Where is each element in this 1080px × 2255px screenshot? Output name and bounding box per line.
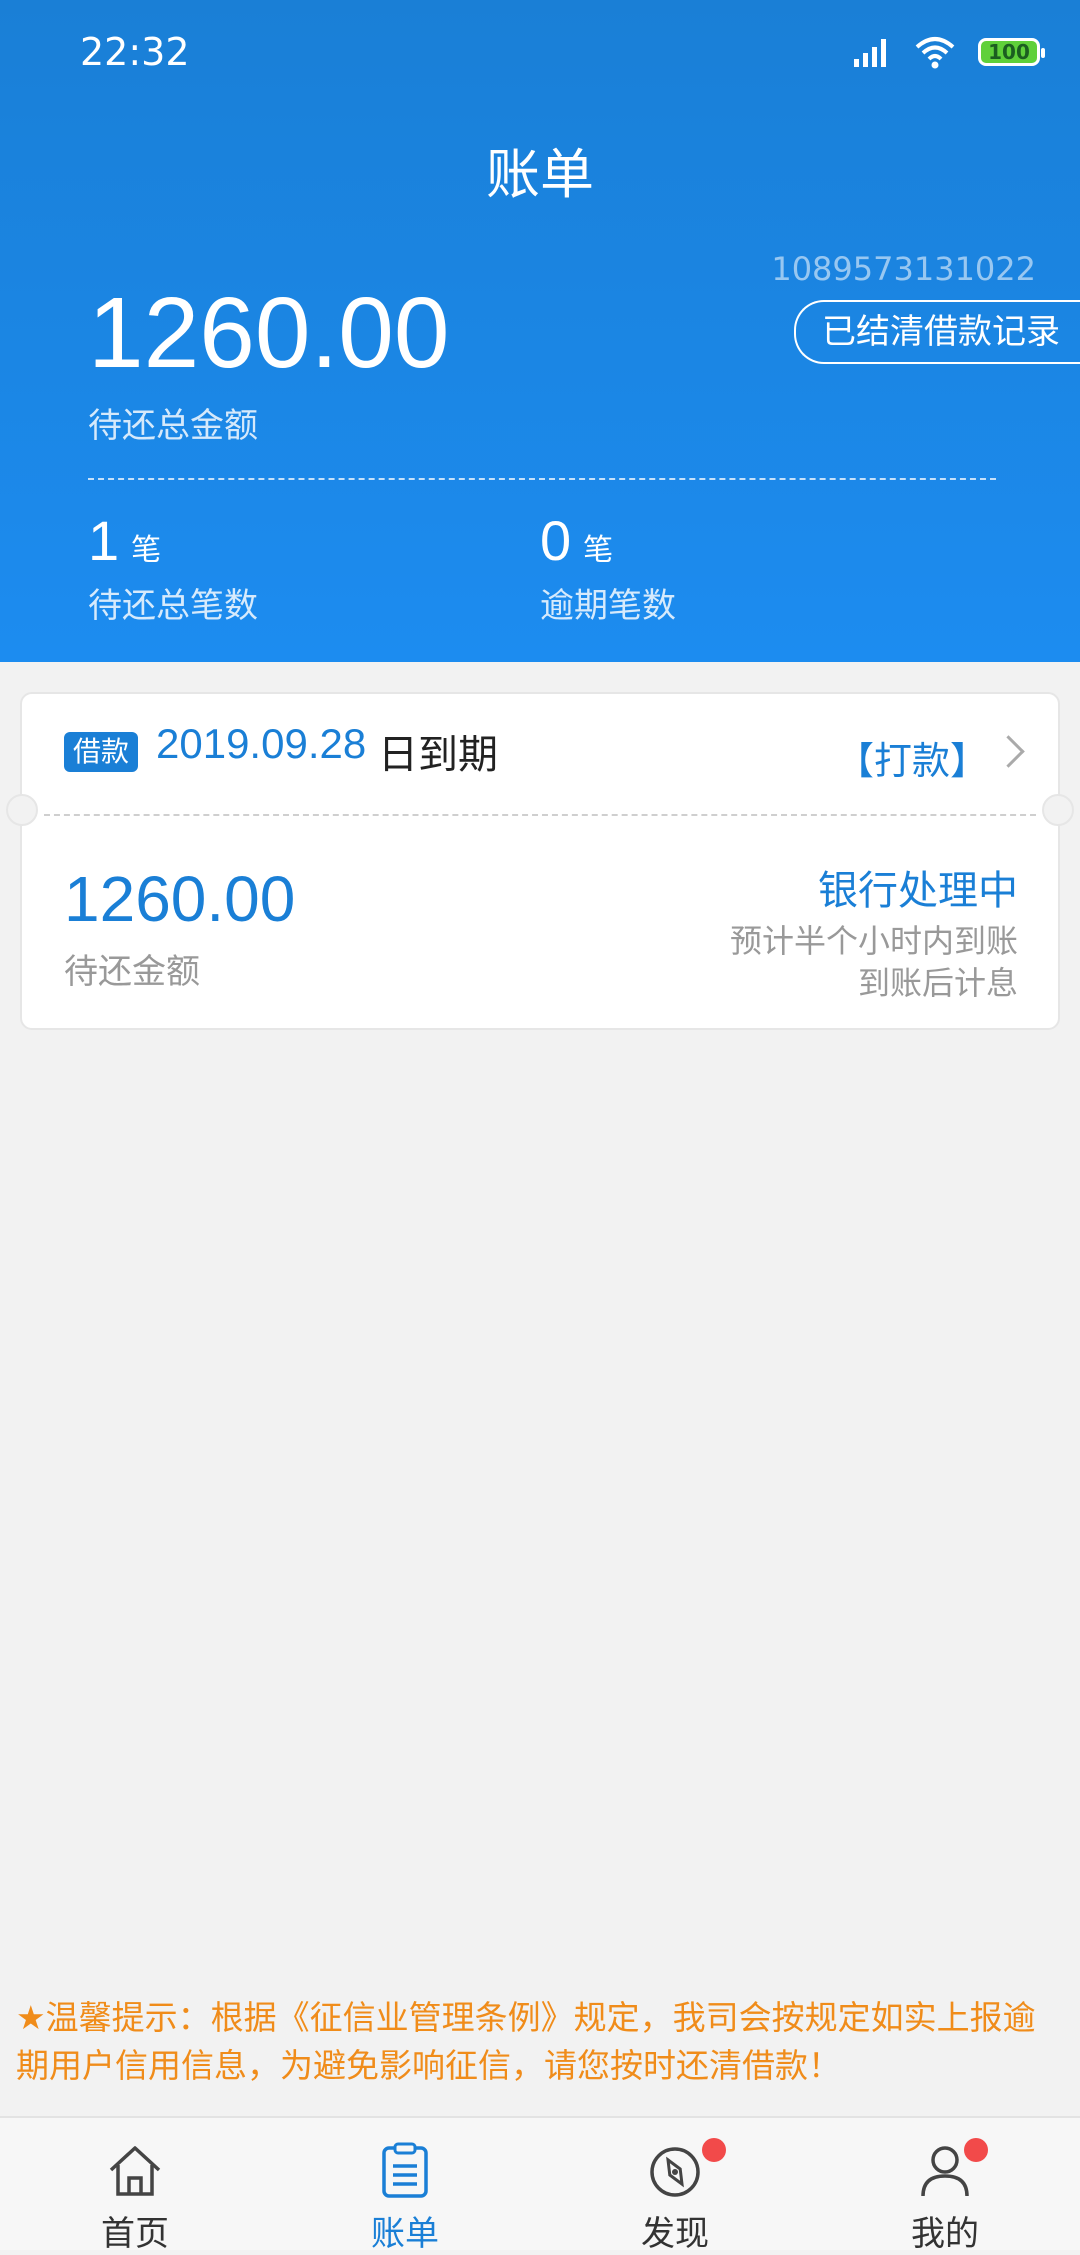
total-amount-label: 待还总金额 bbox=[88, 406, 258, 446]
wifi-icon bbox=[915, 37, 955, 69]
chevron-right-icon[interactable] bbox=[992, 735, 1025, 768]
compass-icon bbox=[650, 2147, 700, 2197]
page-title: 账单 bbox=[486, 143, 594, 206]
tab-bill[interactable]: 账单 bbox=[270, 2118, 540, 2254]
due-suffix: 日到期 bbox=[378, 732, 498, 778]
total-count: 1笔 bbox=[88, 508, 161, 573]
settled-records-button[interactable]: 已结清借款记录 bbox=[794, 300, 1080, 364]
card-notch-right bbox=[1042, 794, 1074, 826]
battery-icon: 100 bbox=[978, 38, 1045, 66]
signal-icon bbox=[854, 39, 886, 67]
loan-tag: 借款 bbox=[64, 732, 139, 772]
tab-mine[interactable]: 我的 bbox=[810, 2118, 1080, 2254]
bill-status-note-2: 到账后计息 bbox=[857, 964, 1018, 1002]
tab-home[interactable]: 首页 bbox=[0, 2118, 270, 2254]
bill-amount: 1260.00 bbox=[64, 863, 296, 935]
overdue-count-value: 0 bbox=[540, 509, 572, 572]
tab-discover[interactable]: 发现 bbox=[540, 2118, 810, 2254]
due-date: 2019.09.28 bbox=[156, 720, 367, 767]
bill-status-note-1: 预计半个小时内到账 bbox=[729, 922, 1018, 960]
status-time: 22:32 bbox=[80, 30, 190, 74]
total-amount: 1260.00 bbox=[88, 277, 450, 389]
overdue-count-unit: 笔 bbox=[583, 534, 614, 567]
bill-card[interactable]: 借款 2019.09.28 日到期 【打款】 1260.00 待还金额 银行处理… bbox=[6, 692, 1074, 1030]
credit-notice: ★温馨提示：根据《征信业管理条例》规定，我司会按规定如实上报逾期用户信用信息，为… bbox=[16, 1998, 1036, 2085]
payout-link[interactable]: 【打款】 bbox=[836, 730, 988, 785]
total-count-label: 待还总笔数 bbox=[88, 586, 258, 626]
bill-status: 银行处理中 bbox=[818, 868, 1018, 914]
total-count-value: 1 bbox=[88, 509, 120, 572]
overdue-count: 0笔 bbox=[540, 508, 613, 573]
home-icon bbox=[109, 2146, 161, 2196]
overdue-count-label: 逾期笔数 bbox=[540, 586, 676, 626]
header-divider bbox=[88, 478, 996, 480]
card-divider bbox=[44, 814, 1036, 816]
account-id: 1089573131022 bbox=[771, 250, 1036, 288]
bill-icon bbox=[382, 2142, 428, 2198]
status-icons: 100 bbox=[852, 32, 1045, 72]
bill-amount-label: 待还金额 bbox=[64, 952, 200, 992]
total-count-unit: 笔 bbox=[131, 534, 162, 567]
bottom-tabbar: 首页 账单 发现 我的 bbox=[0, 2116, 1080, 2254]
discover-badge bbox=[702, 2138, 726, 2162]
mine-badge bbox=[964, 2138, 988, 2162]
card-notch-left bbox=[6, 794, 38, 826]
bill-header: 22:32 100 账单 1089573131022 已结清借款记录 1260.… bbox=[0, 0, 1080, 662]
